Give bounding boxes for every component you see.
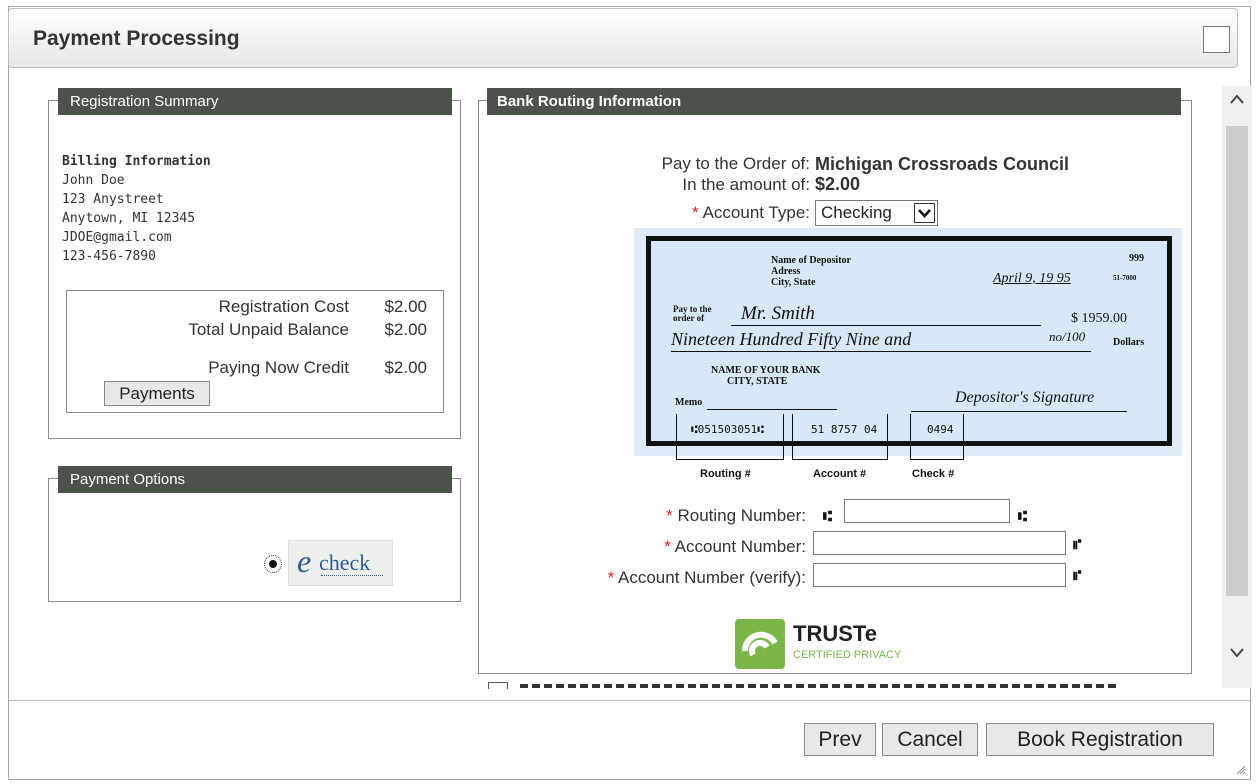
echeck-radio[interactable] (264, 555, 282, 573)
routing-number-input[interactable] (844, 499, 1010, 523)
caption-account: Account # (813, 468, 867, 480)
billing-line: 123 Anystreet (62, 192, 164, 207)
echeck-e: e (297, 543, 312, 579)
amount-label: In the amount of: (682, 175, 810, 194)
check-number: 999 (1129, 253, 1144, 264)
payments-button[interactable]: Payments (104, 381, 210, 406)
micr-on-us-icon: ⑈ (1073, 536, 1082, 552)
account-verify-input[interactable] (813, 563, 1066, 587)
check-depositor-name: Name of Depositor (771, 255, 851, 266)
micr-on-us-icon: ⑈ (1073, 567, 1082, 583)
check-dollars: Dollars (1113, 337, 1145, 348)
footer-divider (9, 700, 1250, 701)
check-memo: Memo (675, 397, 703, 408)
account-number-input[interactable] (813, 531, 1066, 555)
bank-routing-legend: Bank Routing Information (487, 88, 1181, 115)
required-mark: * (664, 537, 671, 556)
check-fraction: 51-7000 (1113, 274, 1137, 282)
check-amount-words: Nineteen Hundred Fifty Nine and (671, 329, 912, 349)
account-number-label: * Account Number: (664, 537, 806, 557)
vertical-scrollbar[interactable] (1222, 86, 1252, 688)
row-label: Registration Cost (218, 297, 349, 316)
paying-now-row: Paying Now Credit $2.00 (208, 358, 427, 378)
check-sample-image: Name of Depositor Adress City, State 999… (634, 228, 1182, 460)
row-amount: $2.00 (384, 320, 427, 339)
scroll-down-icon[interactable] (1229, 646, 1245, 664)
required-mark: * (607, 568, 615, 587)
check-date: April 9, 19 95 (993, 271, 1071, 286)
registration-cost-row: Registration Cost $2.00 (219, 297, 427, 317)
amount-value: $2.00 (815, 174, 861, 194)
truste-badge: TRUSTe CERTIFIED PRIVACY (735, 617, 933, 670)
terms-checkbox[interactable] (488, 682, 508, 689)
row-amount: $2.00 (384, 358, 427, 377)
account-type-text: Account Type: (702, 203, 810, 222)
check-amount: $ 1959.00 (1071, 311, 1127, 326)
dialog-title: Payment Processing (33, 27, 240, 50)
routing-number-label: * Routing Number: (666, 506, 806, 526)
micr-transit-icon: ⑆ (1018, 508, 1028, 525)
row-label: Total Unpaid Balance (188, 320, 349, 339)
check-bank-name: NAME OF YOUR BANK (711, 365, 821, 376)
cost-summary-table: Registration Cost $2.00 Total Unpaid Bal… (66, 290, 444, 413)
billing-line: 123-456-7890 (62, 249, 156, 264)
check-cents: no/100 (1049, 329, 1086, 344)
billing-info: Billing Information John Doe 123 Anystre… (62, 152, 211, 266)
check-depositor-city: City, State (771, 277, 816, 288)
scrollbar-thumb[interactable] (1226, 126, 1248, 596)
book-registration-button[interactable]: Book Registration (986, 723, 1214, 756)
billing-heading: Billing Information (62, 154, 211, 169)
billing-line: Anytown, MI 12345 (62, 211, 196, 226)
truste-name: TRUSTe (793, 621, 877, 646)
scroll-up-icon[interactable] (1229, 92, 1245, 110)
account-verify-text: Account Number (verify): (618, 568, 806, 587)
cancel-button[interactable]: Cancel (882, 723, 978, 756)
pay-to-label: Pay to the Order of: (661, 154, 810, 173)
echeck-word: check (319, 550, 371, 575)
account-type-value: Checking (821, 203, 892, 222)
check-depositor-address: Adress (771, 266, 801, 277)
truste-tagline: CERTIFIED PRIVACY (793, 649, 902, 661)
row-amount: $2.00 (384, 297, 427, 316)
micr-transit-icon: ⑆ (823, 508, 833, 525)
required-mark: * (692, 203, 699, 222)
terms-text-clipped (520, 684, 1120, 689)
required-mark: * (666, 506, 673, 525)
echeck-logo: e check (288, 540, 393, 586)
maximize-button[interactable] (1203, 26, 1230, 53)
truste-logo-icon (735, 619, 785, 669)
billing-line: JDOE@gmail.com (62, 230, 172, 245)
check-bank-city: CITY, STATE (727, 376, 788, 387)
prev-button[interactable]: Prev (804, 723, 876, 756)
payment-options-legend: Payment Options (58, 466, 452, 493)
unpaid-balance-row: Total Unpaid Balance $2.00 (188, 320, 427, 340)
caption-routing: Routing # (700, 468, 751, 480)
check-signature: Depositor's Signature (955, 389, 1095, 406)
pay-to-value: Michigan Crossroads Council (815, 154, 1070, 174)
chevron-down-icon (914, 203, 935, 223)
account-type-label: * Account Type: (692, 203, 810, 223)
account-number-text: Account Number: (674, 537, 806, 556)
payment-options-panel (48, 478, 461, 602)
caption-check: Check # (912, 468, 955, 480)
row-label: Paying Now Credit (208, 358, 349, 377)
account-verify-label: * Account Number (verify): (608, 568, 806, 588)
routing-number-text: Routing Number: (677, 506, 806, 525)
check-payee: Mr. Smith (741, 303, 815, 324)
check-pay-to-prefix: Pay to the order of (673, 304, 712, 323)
dialog-titlebar: Payment Processing (8, 8, 1238, 68)
account-type-select[interactable]: Checking (815, 200, 938, 226)
registration-summary-legend: Registration Summary (58, 88, 452, 115)
billing-line: John Doe (62, 173, 125, 188)
resize-grip-icon[interactable] (1234, 762, 1246, 775)
